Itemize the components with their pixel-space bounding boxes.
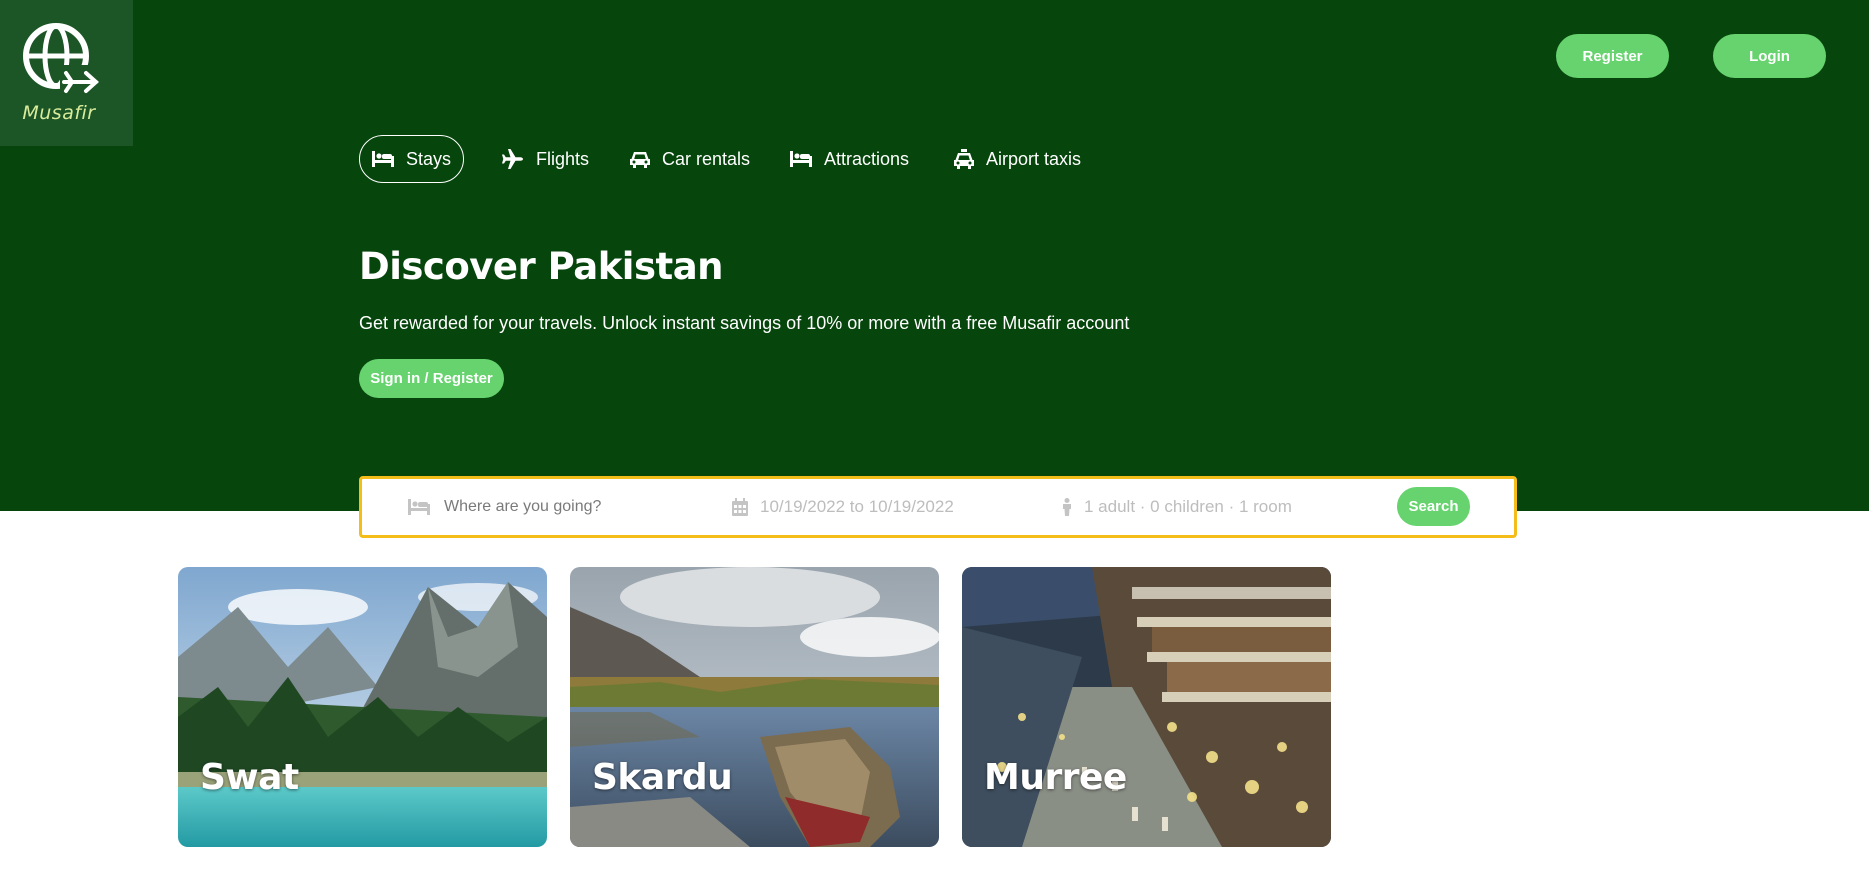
destination-name: Murree	[984, 757, 1127, 798]
tab-stays[interactable]: Stays	[359, 135, 465, 183]
date-range-text: 10/19/2022 to 10/19/2022	[760, 497, 954, 516]
tab-airport-taxis[interactable]: Airport taxis	[954, 135, 1081, 183]
tab-label: Airport taxis	[986, 148, 1082, 169]
search-button[interactable]: Search	[1397, 487, 1470, 526]
taxi-icon	[954, 149, 974, 169]
bed-icon	[408, 499, 430, 515]
destination-card-swat[interactable]: Swat	[178, 567, 547, 847]
car-icon	[630, 152, 650, 168]
bed-icon	[372, 151, 394, 167]
tab-attractions[interactable]: Attractions	[790, 135, 909, 183]
login-button[interactable]: Login	[1713, 34, 1826, 78]
date-range-field[interactable]: 10/19/2022 to 10/19/2022	[732, 479, 954, 535]
hero-section: Musafir Register Login Stays Flights Car…	[0, 0, 1869, 511]
murree-image	[962, 567, 1331, 847]
tab-label: Attractions	[824, 148, 910, 169]
globe-plane-icon	[23, 23, 100, 101]
plane-icon	[502, 149, 523, 169]
swat-image	[178, 567, 547, 847]
logo-text: Musafir	[22, 102, 96, 124]
hero-subtitle: Get rewarded for your travels. Unlock in…	[359, 313, 1130, 333]
sign-in-register-button[interactable]: Sign in / Register	[359, 359, 504, 398]
bed-icon	[790, 151, 812, 167]
skardu-image	[570, 567, 939, 847]
tab-label: Stays	[406, 148, 452, 169]
register-button[interactable]: Register	[1556, 34, 1669, 78]
search-bar: 10/19/2022 to 10/19/2022 1 adult · 0 chi…	[359, 476, 1517, 538]
page-title: Discover Pakistan	[359, 245, 724, 288]
tab-label: Car rentals	[662, 148, 751, 169]
logo[interactable]: Musafir	[0, 0, 133, 146]
person-icon	[1063, 498, 1071, 516]
tab-car-rentals[interactable]: Car rentals	[630, 135, 750, 183]
destination-name: Skardu	[592, 757, 733, 798]
guests-text: 1 adult · 0 children · 1 room	[1084, 497, 1292, 516]
destination-input[interactable]	[442, 497, 686, 517]
destination-name: Swat	[200, 757, 299, 798]
destination-field[interactable]	[408, 479, 686, 535]
destination-card-skardu[interactable]: Skardu	[570, 567, 939, 847]
guests-field[interactable]: 1 adult · 0 children · 1 room	[1062, 479, 1292, 535]
calendar-icon	[732, 498, 748, 516]
tab-flights[interactable]: Flights	[502, 135, 589, 183]
tab-label: Flights	[536, 148, 590, 169]
destination-card-murree[interactable]: Murree	[962, 567, 1331, 847]
